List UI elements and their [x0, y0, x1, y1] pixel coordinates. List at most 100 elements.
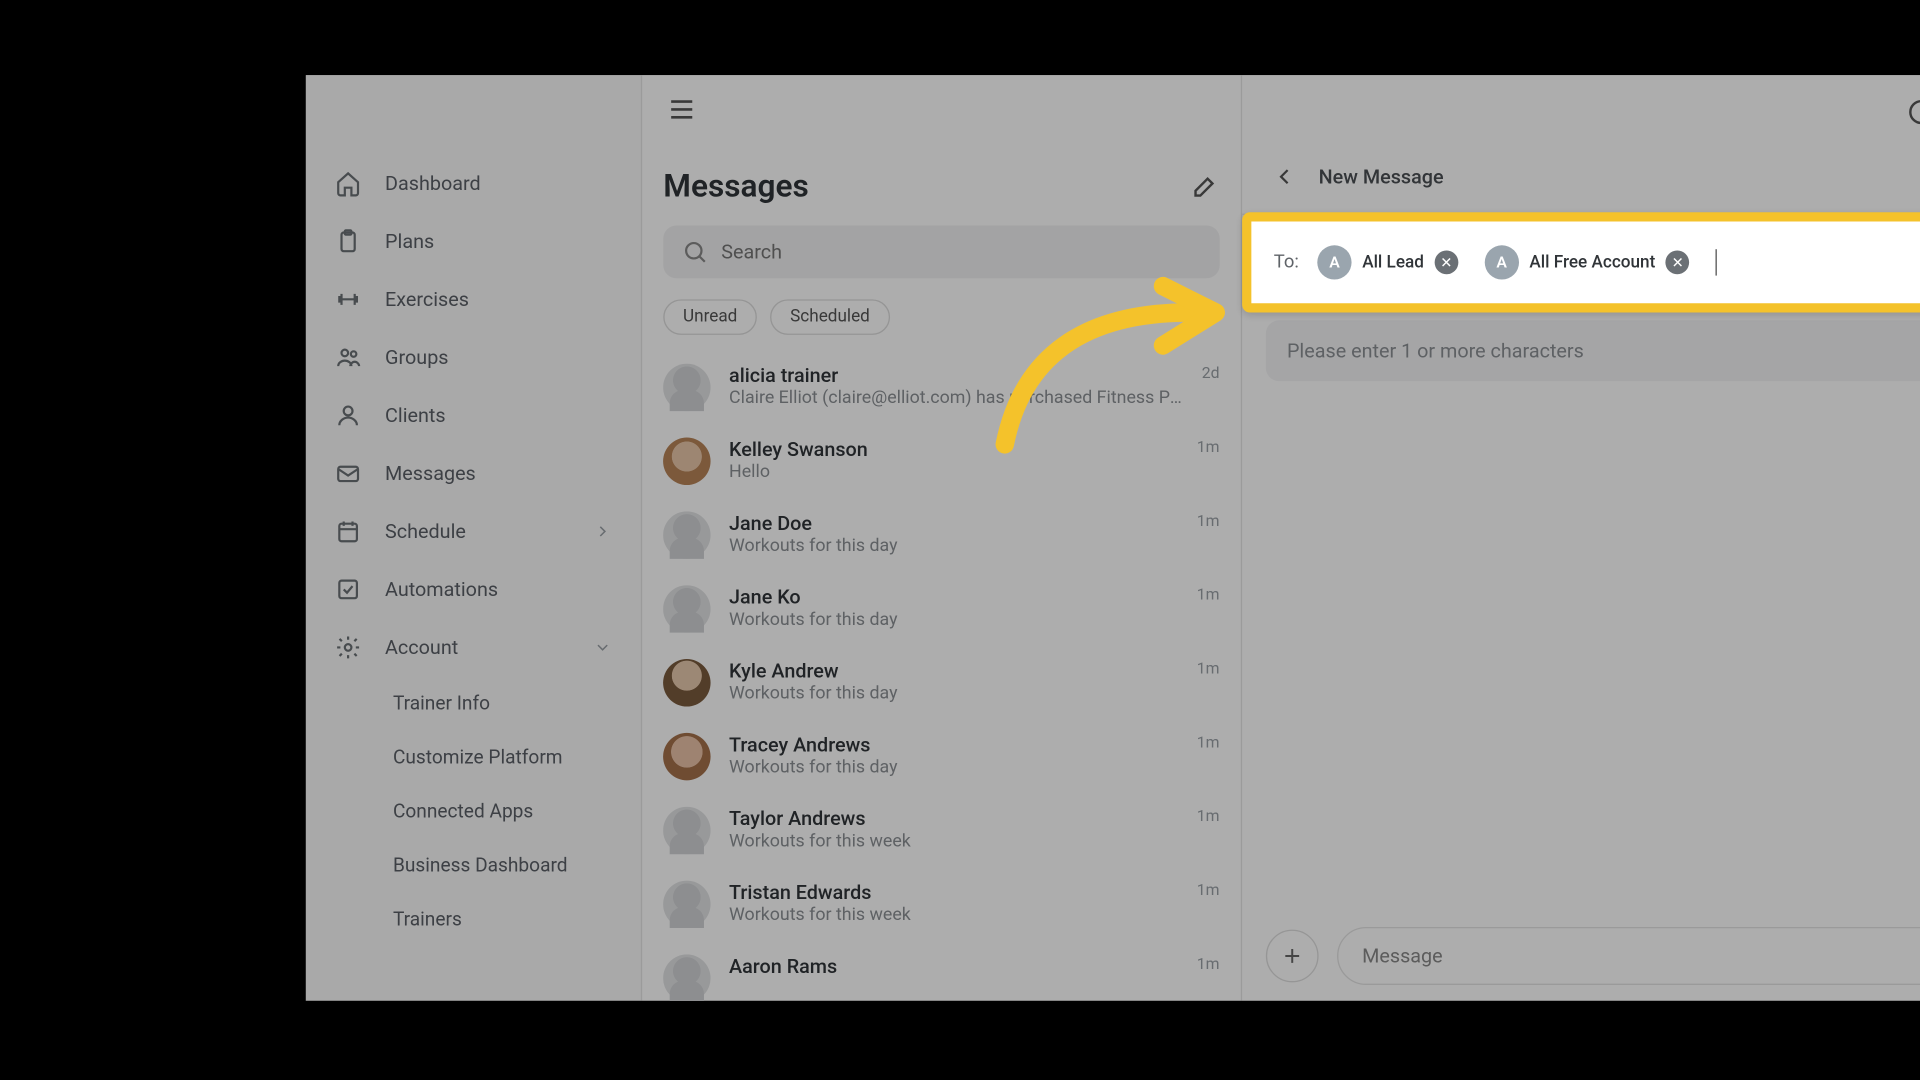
- sidebar-item-groups[interactable]: Groups: [306, 328, 641, 386]
- recipient-pill[interactable]: A All Free Account ✕: [1479, 241, 1697, 283]
- thread-name: Tracey Andrews: [729, 733, 1178, 757]
- home-icon: [335, 170, 361, 196]
- sidebar-item-schedule[interactable]: Schedule: [306, 502, 641, 560]
- thread-preview: Workouts for this week: [729, 831, 1178, 852]
- thread-name: Taylor Andrews: [729, 807, 1178, 831]
- thread-time: 1m: [1197, 512, 1220, 530]
- thread-time: 1m: [1197, 438, 1220, 456]
- hamburger-icon[interactable]: [666, 94, 698, 126]
- thread-time: 1m: [1197, 955, 1220, 973]
- sidebar-item-automations[interactable]: Automations: [306, 560, 641, 618]
- recipient-pill[interactable]: A All Lead ✕: [1312, 241, 1466, 283]
- thread-time: 1m: [1197, 659, 1220, 677]
- thread-preview: Workouts for this week: [729, 905, 1178, 926]
- thread-preview: Workouts for this day: [729, 757, 1178, 778]
- clipboard-icon: [335, 228, 361, 254]
- thread-item[interactable]: Kelley SwansonHello 1m: [642, 425, 1241, 499]
- thread-time: 1m: [1197, 881, 1220, 899]
- sidebar-item-clients[interactable]: Clients: [306, 386, 641, 444]
- sidebar-item-plans[interactable]: Plans: [306, 212, 641, 270]
- main-area: Messages Unread Scheduled alicia trainer…: [641, 75, 1920, 1001]
- pill-label: All Lead: [1362, 253, 1424, 273]
- thread-item[interactable]: Jane KoWorkouts for this day1m: [642, 572, 1241, 646]
- chevron-right-icon: [593, 522, 611, 540]
- pill-remove-icon[interactable]: ✕: [1666, 251, 1690, 275]
- thread-time: 1m: [1197, 807, 1220, 825]
- sidebar-item-dashboard[interactable]: Dashboard: [306, 154, 641, 212]
- calendar-icon: [335, 518, 361, 544]
- filter-unread[interactable]: Unread: [663, 299, 757, 335]
- thread-name: Aaron Rams: [729, 955, 1178, 979]
- search-input[interactable]: [663, 225, 1219, 278]
- page-title: Messages: [663, 167, 809, 204]
- thread-item[interactable]: Taylor AndrewsWorkouts for this week 1m: [642, 794, 1241, 868]
- sidebar-sub-trainer-info[interactable]: Trainer Info: [306, 676, 641, 730]
- thread-item[interactable]: Kyle AndrewWorkouts for this day 1m: [642, 646, 1241, 720]
- thread-item[interactable]: Jane DoeWorkouts for this day 1m: [642, 498, 1241, 572]
- sidebar-sub-customize-platform[interactable]: Customize Platform: [306, 731, 641, 785]
- thread-time: 1m: [1197, 733, 1220, 751]
- check-square-icon: [335, 576, 361, 602]
- thread-name: Kelley Swanson: [729, 438, 1178, 462]
- sidebar-nav: Dashboard Plans Exercises Groups Clients…: [306, 75, 641, 1001]
- back-arrow-icon[interactable]: [1271, 163, 1297, 189]
- person-icon: [335, 402, 361, 428]
- chevron-down-icon: [593, 638, 611, 656]
- sidebar-item-exercises[interactable]: Exercises: [306, 270, 641, 328]
- sidebar-label: Clients: [385, 403, 446, 427]
- thread-preview: Claire Elliot (claire@elliot.com) has pu…: [729, 388, 1183, 409]
- sidebar-label: Schedule: [385, 520, 466, 544]
- sidebar-item-account[interactable]: Account: [306, 618, 641, 676]
- thread-preview: Workouts for this day: [729, 535, 1178, 556]
- thread-preview: Hello: [729, 462, 1178, 483]
- thread-name: Jane Ko: [729, 585, 1178, 609]
- thread-item[interactable]: Aaron Rams 1m: [642, 941, 1241, 1000]
- messages-column: Messages Unread Scheduled alicia trainer…: [642, 75, 1242, 1001]
- search-hint: Please enter 1 or more characters: [1266, 320, 1920, 381]
- sidebar-label: Account: [385, 636, 458, 660]
- pill-badge: A: [1485, 245, 1519, 279]
- thread-item[interactable]: alicia trainerClaire Elliot (claire@elli…: [642, 351, 1241, 425]
- pill-remove-icon[interactable]: ✕: [1434, 251, 1458, 275]
- thread-name: Kyle Andrew: [729, 659, 1178, 683]
- thread-name: Tristan Edwards: [729, 881, 1178, 905]
- pill-label: All Free Account: [1529, 253, 1655, 273]
- avatar: [663, 585, 710, 632]
- search-icon: [682, 239, 708, 265]
- avatar: [663, 881, 710, 928]
- avatar: [663, 659, 710, 706]
- detail-title: New Message: [1319, 164, 1444, 188]
- sidebar-sub-business-dashboard[interactable]: Business Dashboard: [306, 839, 641, 893]
- dumbbell-icon: [335, 286, 361, 312]
- thread-item[interactable]: Tristan EdwardsWorkouts for this week 1m: [642, 868, 1241, 942]
- sidebar-sub-connected-apps[interactable]: Connected Apps: [306, 785, 641, 839]
- avatar: [663, 364, 710, 411]
- thread-time: 2d: [1202, 364, 1220, 382]
- thread-name: Jane Doe: [729, 512, 1178, 536]
- text-cursor: [1716, 249, 1717, 275]
- thread-preview: Workouts for this day: [729, 683, 1178, 704]
- compose-icon[interactable]: [1191, 171, 1220, 200]
- sidebar-item-messages[interactable]: Messages: [306, 444, 641, 502]
- thread-list[interactable]: alicia trainerClaire Elliot (claire@elli…: [642, 351, 1241, 1001]
- app-shell: Dashboard Plans Exercises Groups Clients…: [306, 75, 1920, 1001]
- add-attachment-button[interactable]: [1266, 930, 1319, 983]
- people-icon: [335, 344, 361, 370]
- search-field[interactable]: [721, 240, 1201, 264]
- pill-badge: A: [1317, 245, 1351, 279]
- gear-icon: [335, 634, 361, 660]
- message-input[interactable]: Message: [1337, 927, 1920, 985]
- mail-icon: [335, 460, 361, 486]
- thread-name: alicia trainer: [729, 364, 1183, 388]
- sidebar-sub-trainers[interactable]: Trainers: [306, 893, 641, 947]
- to-field[interactable]: To: AAll Lead✕AAll Free Account✕: [1253, 223, 1920, 302]
- avatar: [663, 955, 710, 1001]
- avatar: [663, 807, 710, 854]
- compose-bar: Message: [1266, 927, 1920, 985]
- filter-scheduled[interactable]: Scheduled: [770, 299, 889, 335]
- sidebar-label: Groups: [385, 345, 448, 369]
- thread-preview: Workouts for this day: [729, 609, 1178, 630]
- thread-item[interactable]: Tracey AndrewsWorkouts for this day 1m: [642, 720, 1241, 794]
- avatar: [663, 512, 710, 559]
- sidebar-label: Messages: [385, 462, 476, 486]
